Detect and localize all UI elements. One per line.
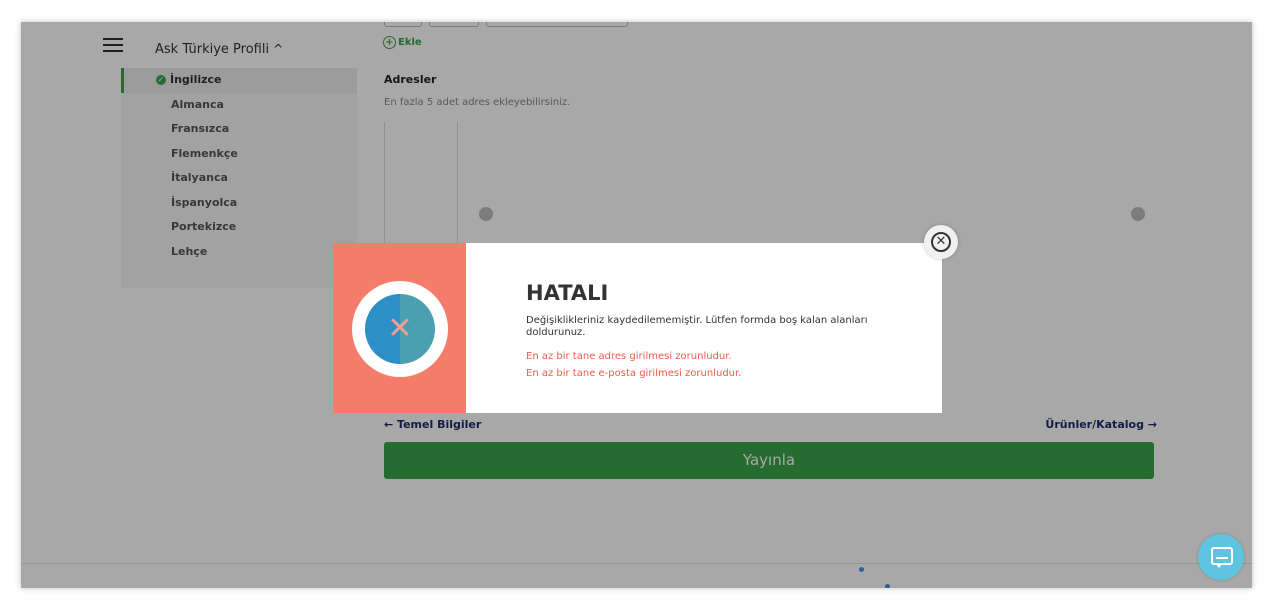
error-modal: ✕ HATALI Değişiklikleriniz kaydedilememi… xyxy=(333,243,942,413)
modal-title: HATALI xyxy=(526,281,609,305)
app-frame: Ask Türkiye Profili ^ ✓ İngilizce Almanca … xyxy=(21,22,1252,588)
chat-icon xyxy=(1211,547,1233,568)
chat-button[interactable] xyxy=(1198,534,1244,580)
x-circle-icon: ✕ xyxy=(365,294,435,364)
error-modal-icon-panel: ✕ xyxy=(333,243,466,413)
error-message-address: En az bir tane adres girilmesi zorunludu… xyxy=(526,351,732,362)
modal-close-button[interactable]: ✕ xyxy=(924,225,958,259)
error-icon-ring: ✕ xyxy=(352,281,448,377)
modal-message: Değişiklikleriniz kaydedilememiştir. Lüt… xyxy=(526,315,868,338)
error-message-email: En az bir tane e-posta girilmesi zorunlu… xyxy=(526,368,742,379)
close-circle-icon: ✕ xyxy=(931,232,951,252)
